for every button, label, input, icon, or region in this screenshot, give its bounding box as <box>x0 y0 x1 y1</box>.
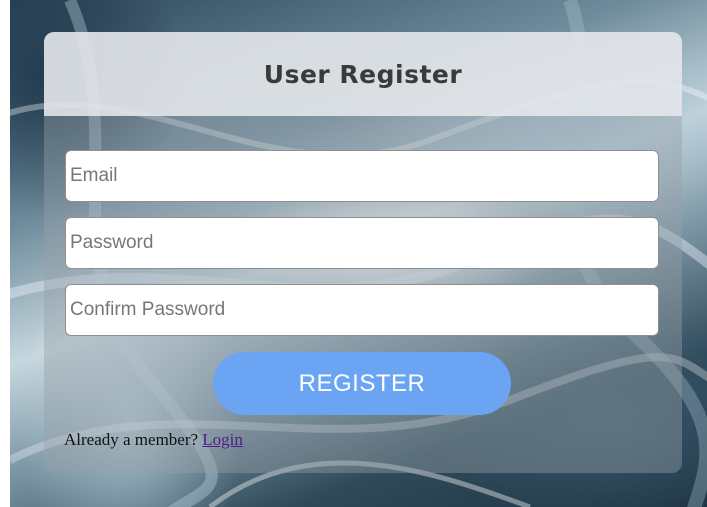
register-card: User Register REGISTER Already a member?… <box>44 32 682 473</box>
login-link[interactable]: Login <box>202 430 243 449</box>
card-header: User Register <box>44 32 682 116</box>
login-prompt-text: Already a member? <box>64 430 203 449</box>
register-button[interactable]: REGISTER <box>213 352 511 415</box>
login-prompt: Already a member? Login <box>64 430 243 450</box>
confirm-password-input[interactable] <box>65 284 659 336</box>
password-input[interactable] <box>65 217 659 269</box>
page-title: User Register <box>263 59 463 89</box>
email-input[interactable] <box>65 150 659 202</box>
